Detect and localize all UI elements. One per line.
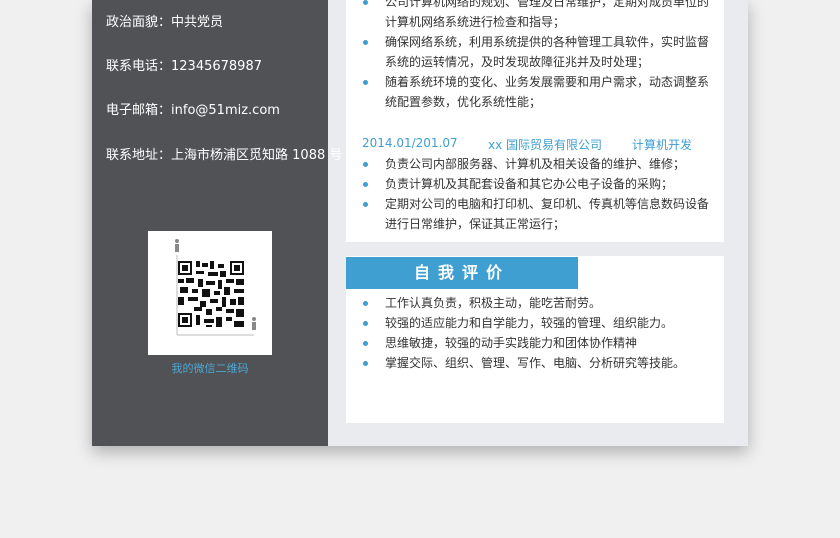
- job-title: 计算机开发: [632, 138, 693, 152]
- address-label: 联系地址：: [106, 148, 172, 163]
- email-row: 电子邮箱：info@51miz.com: [106, 103, 280, 119]
- job-period: 2014.01/201.07: [362, 136, 458, 150]
- bullet-dot-icon: [363, 162, 368, 167]
- job-item: 负责计算机及其配套设备和其它办公电子设备的采购；: [363, 174, 718, 194]
- self-eval-item: 工作认真负责，积极主动，能吃苦耐劳。: [363, 293, 718, 313]
- bullet-dot-icon: [363, 182, 368, 187]
- bullet-dot-icon: [363, 361, 368, 366]
- bullet-dot-icon: [363, 0, 368, 5]
- address-row: 联系地址：上海市杨浦区觅知路 1088 号: [106, 148, 342, 164]
- phone-row: 联系电话：12345678987: [106, 59, 262, 75]
- self-eval-card: 自我评价 工作认真负责，积极主动，能吃苦耐劳。 较强的适应能力和自学能力，较强的…: [346, 256, 724, 423]
- self-eval-header: 自我评价: [346, 257, 578, 289]
- experience-item: 确保网络系统，利用系统提供的各种管理工具软件，实时监督系统的运转情况，及时发现故…: [363, 32, 718, 72]
- resume-sheet: 政治面貌：中共党员 联系电话：12345678987 电子邮箱：info@51m…: [92, 0, 748, 446]
- experience-item-text: 确保网络系统，利用系统提供的各种管理工具软件，实时监督系统的运转情况，及时发现故…: [385, 35, 710, 69]
- qr-code-icon: [175, 239, 256, 336]
- experience-card: 公司计算机网络的规划、管理及日常维护，定期对成员单位的计算机网络系统进行检查和指…: [346, 0, 724, 242]
- self-eval-item: 思维敏捷，较强的动手实践能力和团体协作精神: [363, 333, 718, 353]
- phone-label: 联系电话：: [106, 59, 172, 74]
- self-eval-item-text: 工作认真负责，积极主动，能吃苦耐劳。: [385, 296, 602, 310]
- email-value: info@51miz.com: [171, 103, 280, 118]
- bullet-dot-icon: [363, 301, 368, 306]
- bullet-dot-icon: [363, 40, 368, 45]
- job-company: xx 国际贸易有限公司: [488, 138, 603, 152]
- experience-item: 随着系统环境的变化、业务发展需要和用户需求，动态调整系统配置参数，优化系统性能；: [363, 72, 718, 112]
- political-status-row: 政治面貌：中共党员: [106, 15, 223, 31]
- job-item: 定期对公司的电脑和打印机、复印机、传真机等信息数码设备进行日常维护，保证其正常运…: [363, 194, 718, 234]
- bullet-dot-icon: [363, 321, 368, 326]
- job-item-text: 负责计算机及其配套设备和其它办公电子设备的采购；: [385, 177, 674, 191]
- political-status-value: 中共党员: [171, 15, 224, 30]
- bullet-dot-icon: [363, 80, 368, 85]
- self-eval-item-text: 思维敏捷，较强的动手实践能力和团体协作精神: [385, 336, 638, 350]
- self-eval-item: 掌握交际、组织、管理、写作、电脑、分析研究等技能。: [363, 353, 718, 373]
- job-item-text: 负责公司内部服务器、计算机及相关设备的维护、维修；: [385, 157, 686, 171]
- experience-item: 公司计算机网络的规划、管理及日常维护，定期对成员单位的计算机网络系统进行检查和指…: [363, 0, 718, 32]
- qr-caption: 我的微信二维码: [171, 362, 249, 375]
- self-eval-item: 较强的适应能力和自学能力，较强的管理、组织能力。: [363, 313, 718, 333]
- experience-item-text: 随着系统环境的变化、业务发展需要和用户需求，动态调整系统配置参数，优化系统性能；: [385, 75, 710, 109]
- bullet-dot-icon: [363, 341, 368, 346]
- wechat-qr-code: [148, 231, 272, 355]
- political-status-label: 政治面貌：: [106, 15, 172, 30]
- address-value: 上海市杨浦区觅知路 1088 号: [171, 148, 343, 163]
- phone-value: 12345678987: [171, 59, 262, 74]
- bullet-dot-icon: [363, 202, 368, 207]
- sidebar: 政治面貌：中共党员 联系电话：12345678987 电子邮箱：info@51m…: [92, 0, 342, 446]
- self-eval-item-text: 较强的适应能力和自学能力，较强的管理、组织能力。: [385, 316, 674, 330]
- job-item-text: 定期对公司的电脑和打印机、复印机、传真机等信息数码设备进行日常维护，保证其正常运…: [385, 197, 710, 231]
- job-item: 负责公司内部服务器、计算机及相关设备的维护、维修；: [363, 154, 718, 174]
- self-eval-item-text: 掌握交际、组织、管理、写作、电脑、分析研究等技能。: [385, 356, 686, 370]
- email-label: 电子邮箱：: [106, 103, 172, 118]
- experience-item-text: 公司计算机网络的规划、管理及日常维护，定期对成员单位的计算机网络系统进行检查和指…: [385, 0, 710, 29]
